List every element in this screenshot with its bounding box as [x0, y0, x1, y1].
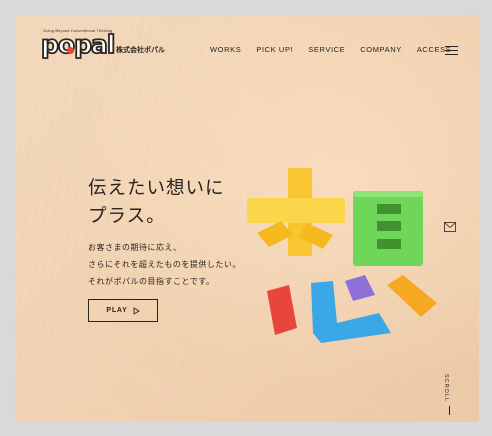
play-triangle-icon	[133, 306, 140, 315]
play-button-label: PLAY	[106, 307, 128, 314]
block-yellow-horizontal	[247, 198, 345, 223]
hero-sub-line1: お客さまの期待に応え、	[88, 243, 182, 252]
block-yellow-left-diagonal	[257, 221, 293, 247]
hero-title: 伝えたい想いに プラス。	[88, 175, 225, 231]
hero-frame: Going Beyond Conventional Thinking popal…	[15, 15, 479, 422]
hamburger-icon[interactable]	[445, 46, 458, 55]
logo-wordmark: popal	[40, 30, 116, 59]
hero-title-line1: 伝えたい想いに	[88, 178, 225, 199]
nav-pick-up[interactable]: PICK UP!	[256, 45, 293, 54]
scroll-indicator[interactable]: SCROLL	[443, 373, 455, 415]
block-orange	[387, 275, 437, 317]
company-name: 株式会社ポパル	[116, 46, 165, 54]
kanji-blocks-illustration	[247, 168, 437, 343]
hero-title-line2: プラス。	[88, 206, 166, 227]
nav-works[interactable]: WORKS	[210, 45, 241, 54]
hero-sub-line3: それがポパルの目指すことです。	[88, 277, 215, 286]
nav-company[interactable]: COMPANY	[360, 45, 402, 54]
scroll-line	[449, 406, 450, 415]
main-nav: WORKS PICK UP! SERVICE COMPANY ACCESS	[210, 45, 451, 54]
block-purple	[345, 275, 375, 301]
hero-subtitle: お客さまの期待に応え、 さらにそれを超えたものを提供したい。 それがポパルの目指…	[88, 239, 241, 290]
scroll-label: SCROLL	[443, 373, 450, 403]
hero-sub-line2: さらにそれを超えたものを提供したい。	[88, 260, 241, 269]
envelope-icon[interactable]	[444, 222, 456, 232]
logo-red-dot	[67, 47, 74, 54]
nav-service[interactable]: SERVICE	[308, 45, 345, 54]
play-button[interactable]: PLAY	[88, 299, 158, 322]
block-red	[267, 285, 297, 335]
